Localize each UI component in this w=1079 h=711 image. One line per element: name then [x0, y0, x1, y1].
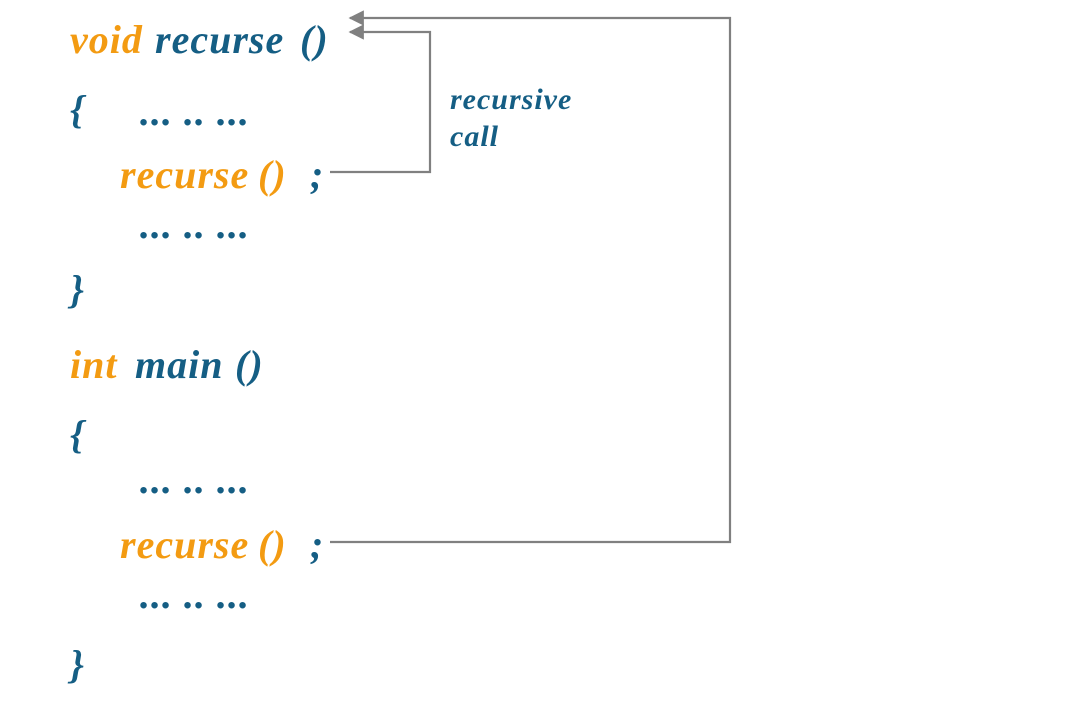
func1-call-parens: () [258, 155, 287, 195]
func1-dots-before: ... .. ... [140, 92, 250, 132]
func1-open-brace: { [70, 90, 85, 130]
func2-call-semi: ; [310, 525, 324, 565]
func2-dots-before: ... .. ... [140, 460, 250, 500]
func2-name: main [135, 345, 223, 385]
func1-close-brace: } [70, 270, 85, 310]
keyword-void: void [70, 20, 143, 60]
func1-parens: () [300, 20, 329, 60]
func1-call-name: recurse [120, 155, 249, 195]
func1-dots-after: ... .. ... [140, 205, 250, 245]
keyword-int: int [70, 345, 117, 385]
func2-call-parens: () [258, 525, 287, 565]
func2-dots-after: ... .. ... [140, 575, 250, 615]
arrow-recursive-call [330, 32, 430, 172]
func2-open-brace: { [70, 415, 85, 455]
func2-parens: () [235, 345, 264, 385]
func2-close-brace: } [70, 645, 85, 685]
func1-name: recurse [155, 20, 284, 60]
diagram-stage: void recurse () { ... .. ... recurse () … [0, 0, 1079, 711]
func1-call-semi: ; [310, 155, 324, 195]
func2-call-name: recurse [120, 525, 249, 565]
annotation-line2: call [450, 122, 499, 152]
annotation-line1: recursive [450, 85, 572, 115]
